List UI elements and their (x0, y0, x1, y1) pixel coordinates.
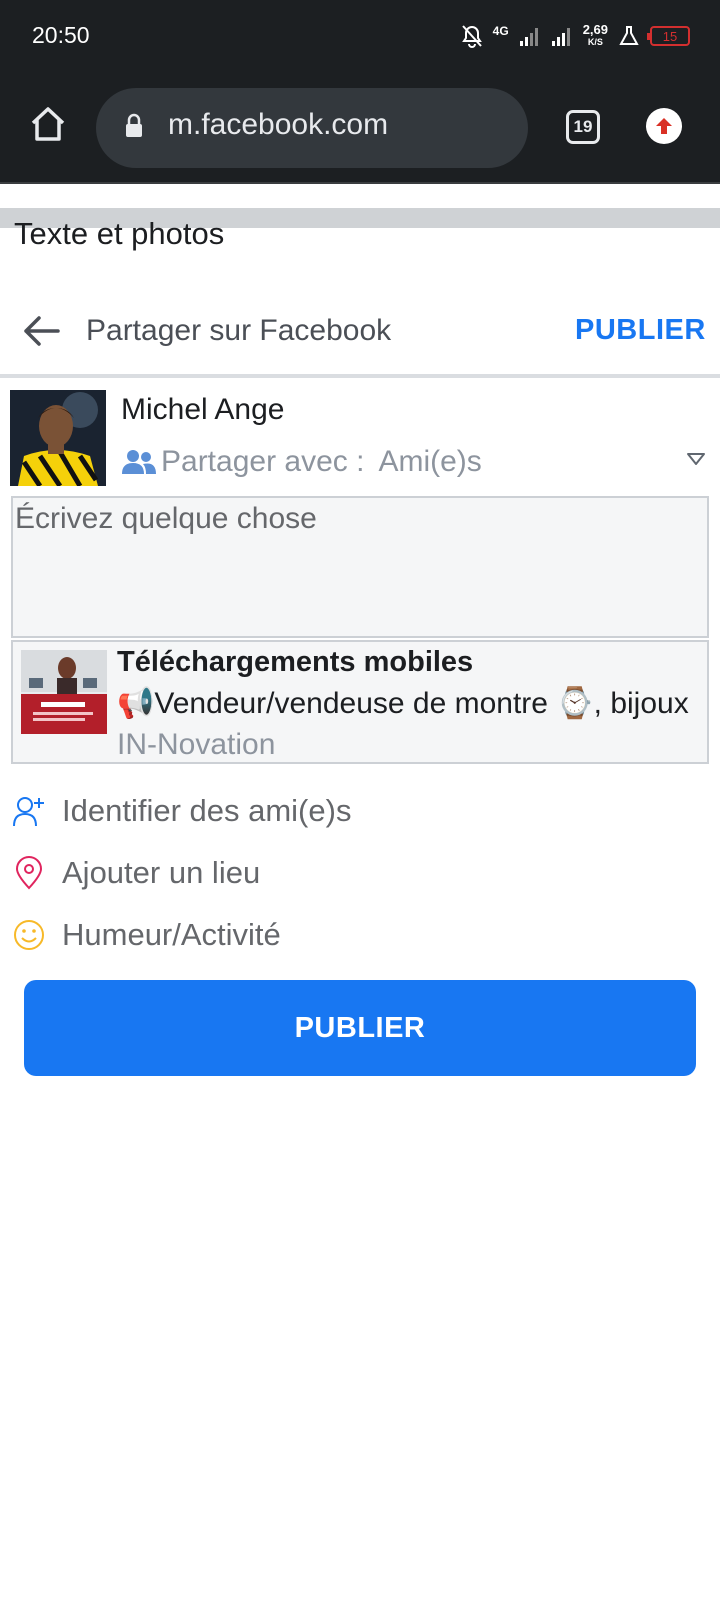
option-label: Ajouter un lieu (62, 855, 261, 890)
option-tag-friends[interactable]: Identifier des ami(e)s (12, 785, 702, 837)
location-pin-icon (15, 856, 43, 890)
link-thumbnail-image (21, 650, 107, 734)
link-preview-card[interactable]: Téléchargements mobiles 📢Vendeur/vendeus… (11, 640, 709, 764)
tab-switcher-button[interactable]: 19 (566, 110, 600, 144)
option-add-location[interactable]: Ajouter un lieu (12, 847, 702, 899)
friends-icon (122, 450, 156, 474)
link-title: Téléchargements mobiles (117, 646, 474, 678)
avatar-image (10, 390, 106, 486)
arrow-up-icon (656, 118, 672, 134)
user-name: Michel Ange (121, 393, 285, 426)
status-time: 20:50 (32, 22, 90, 48)
url-text[interactable]: m.facebook.com (168, 108, 388, 142)
status-icons: 4G 2,69 K/S 15 (461, 20, 690, 52)
composer-header: Partager sur Facebook PUBLIER (0, 296, 720, 378)
option-label: Humeur/Activité (62, 917, 281, 952)
page-title: Partager sur Facebook (86, 314, 392, 347)
back-arrow-icon[interactable] (20, 310, 62, 352)
option-label: Identifier des ami(e)s (62, 793, 352, 828)
share-label: Partager avec : (161, 445, 365, 478)
option-feeling-activity[interactable]: Humeur/Activité (12, 909, 702, 961)
link-source: IN-Novation (117, 728, 276, 761)
battery-icon: 15 (647, 26, 690, 46)
link-thumbnail (21, 650, 107, 734)
battery-level: 15 (662, 28, 678, 44)
audience-selector[interactable]: Partager avec : Ami(e)s (121, 442, 711, 482)
tag-friends-icon (13, 797, 44, 827)
post-text-input[interactable]: Écrivez quelque chose (11, 496, 709, 638)
update-button[interactable] (646, 108, 682, 144)
header-publish-button[interactable]: PUBLIER (575, 314, 706, 347)
lock-icon (126, 113, 142, 137)
chevron-down-icon[interactable] (686, 452, 706, 466)
share-value: Ami(e)s (378, 445, 482, 478)
network-type: 4G (492, 24, 509, 38)
speed-unit: K/S (587, 37, 603, 47)
home-icon[interactable] (28, 104, 68, 144)
tab-count: 19 (573, 117, 593, 136)
signal-icon (519, 28, 538, 46)
smiley-icon (14, 920, 44, 950)
network-speed: 2,69 K/S (582, 22, 608, 48)
status-bar: 20:50 4G 2,69 K/S 15 (0, 0, 720, 72)
notifications-off-icon (461, 25, 482, 48)
signal-icon (551, 28, 570, 46)
flask-icon (619, 26, 639, 45)
speed-value: 2,69 (582, 22, 608, 37)
link-description: 📢Vendeur/vendeuse de montre ⌚, bijoux (117, 687, 689, 720)
section-label: Texte et photos (14, 216, 225, 251)
browser-toolbar: m.facebook.com 19 (0, 72, 720, 184)
avatar (10, 390, 106, 486)
publish-button[interactable]: PUBLIER (24, 980, 696, 1076)
